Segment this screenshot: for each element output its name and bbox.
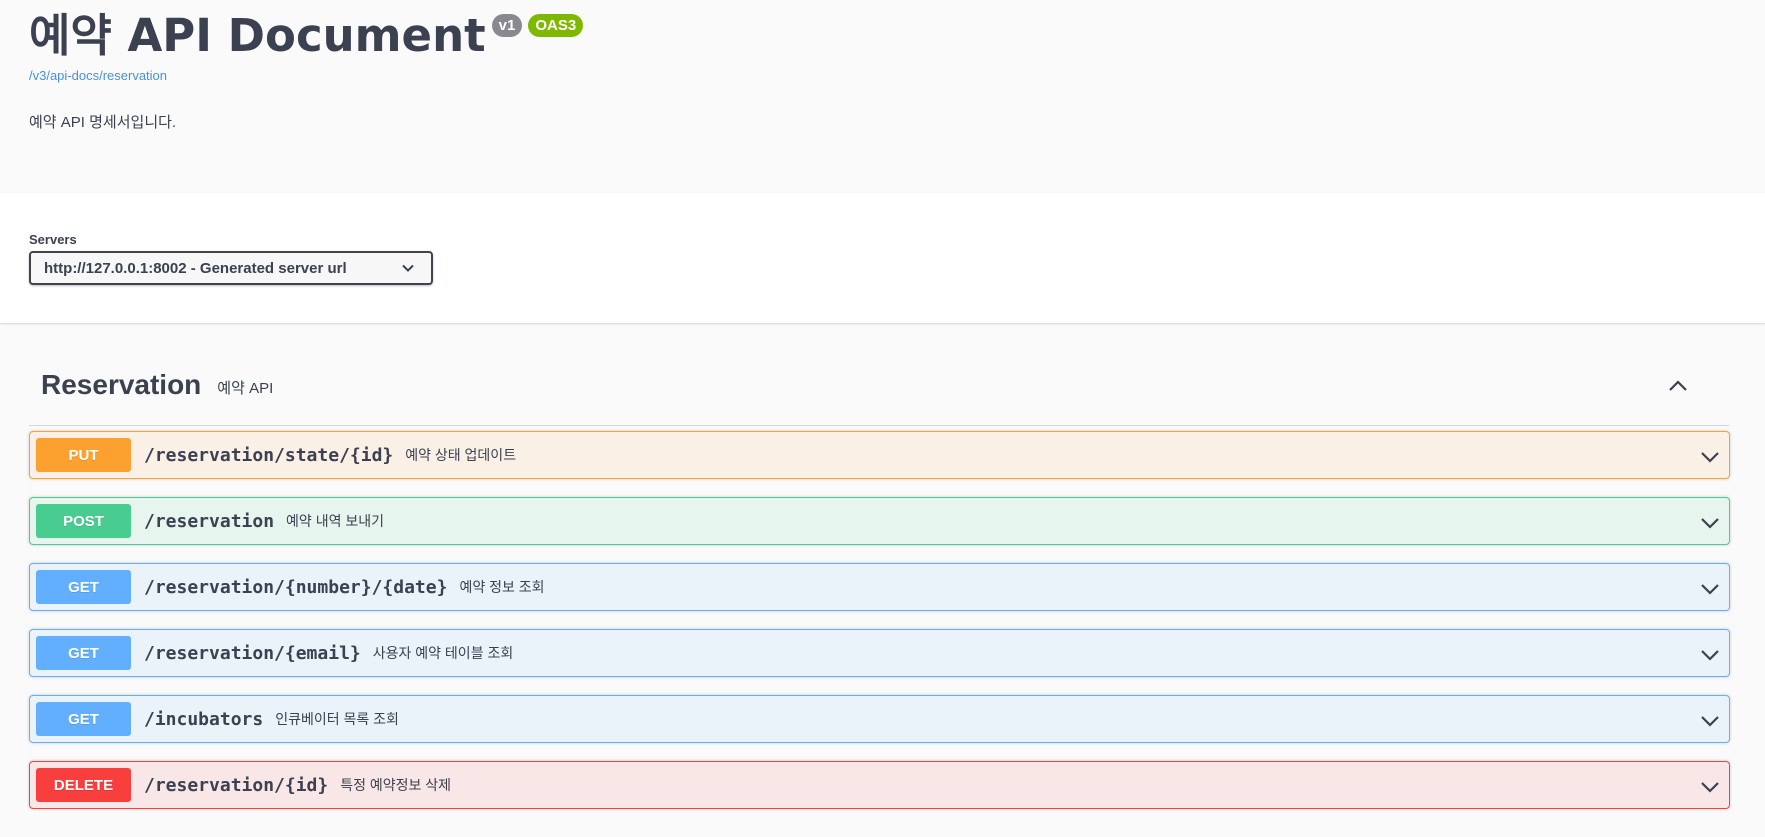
operation-delete-reservation-id[interactable]: DELETE /reservation/{id} 특정 예약정보 삭제 (29, 761, 1730, 809)
servers-label: Servers (29, 232, 77, 247)
operation-summary: 특정 예약정보 삭제 (340, 777, 452, 793)
operation-post-reservation[interactable]: POST /reservation 예약 내역 보내기 (29, 497, 1730, 545)
servers-select[interactable]: http://127.0.0.1:8002 - Generated server… (29, 251, 433, 285)
operation-path: /reservation (144, 510, 275, 532)
chevron-down-icon[interactable] (1699, 512, 1721, 534)
tag-description: 예약 API (217, 379, 274, 397)
chevron-down-icon[interactable] (1699, 776, 1721, 798)
chevron-down-icon (402, 264, 414, 272)
operation-get-incubators[interactable]: GET /incubators 인큐베이터 목록 조회 (29, 695, 1730, 743)
operation-get-reservation-email[interactable]: GET /reservation/{email} 사용자 예약 테이블 조회 (29, 629, 1730, 677)
title-row: 예약 API Document v1 OAS3 (29, 8, 584, 64)
version-badge: v1 (491, 14, 523, 37)
oas-badge: OAS3 (528, 14, 584, 37)
api-description: 예약 API 명세서입니다. (29, 114, 177, 131)
operation-summary: 예약 상태 업데이트 (405, 447, 517, 463)
servers-selected-value: http://127.0.0.1:8002 - Generated server… (44, 259, 347, 277)
method-badge: GET (36, 702, 131, 736)
operation-summary: 예약 정보 조회 (459, 579, 545, 595)
spec-url-link[interactable]: /v3/api-docs/reservation (29, 68, 167, 83)
operation-get-reservation-number-date[interactable]: GET /reservation/{number}/{date} 예약 정보 조… (29, 563, 1730, 611)
operation-summary: 예약 내역 보내기 (286, 513, 384, 529)
operation-path: /reservation/{number}/{date} (144, 576, 448, 598)
tag-header[interactable]: Reservation 예약 API (29, 345, 1729, 426)
operation-summary: 인큐베이터 목록 조회 (275, 711, 399, 727)
tag-section: Reservation 예약 API (29, 345, 1729, 426)
chevron-down-icon[interactable] (1699, 644, 1721, 666)
api-title: 예약 API Document (29, 9, 486, 62)
method-badge: GET (36, 570, 131, 604)
operation-summary: 사용자 예약 테이블 조회 (372, 645, 514, 661)
method-badge: GET (36, 636, 131, 670)
method-badge: PUT (36, 438, 131, 472)
chevron-down-icon[interactable] (1699, 578, 1721, 600)
operation-put-reservation-state[interactable]: PUT /reservation/state/{id} 예약 상태 업데이트 (29, 431, 1730, 479)
operation-path: /reservation/{id} (144, 774, 329, 796)
chevron-down-icon[interactable] (1699, 446, 1721, 468)
operation-path: /incubators (144, 708, 264, 730)
operation-path: /reservation/{email} (144, 642, 361, 664)
method-badge: DELETE (36, 768, 131, 802)
api-info-section: 예약 API Document v1 OAS3 /v3/api-docs/res… (0, 0, 1765, 193)
chevron-up-icon[interactable] (1667, 375, 1689, 397)
servers-section: Servers http://127.0.0.1:8002 - Generate… (0, 193, 1765, 323)
chevron-down-icon[interactable] (1699, 710, 1721, 732)
tag-name: Reservation (41, 369, 202, 400)
operation-path: /reservation/state/{id} (144, 444, 394, 466)
method-badge: POST (36, 504, 131, 538)
